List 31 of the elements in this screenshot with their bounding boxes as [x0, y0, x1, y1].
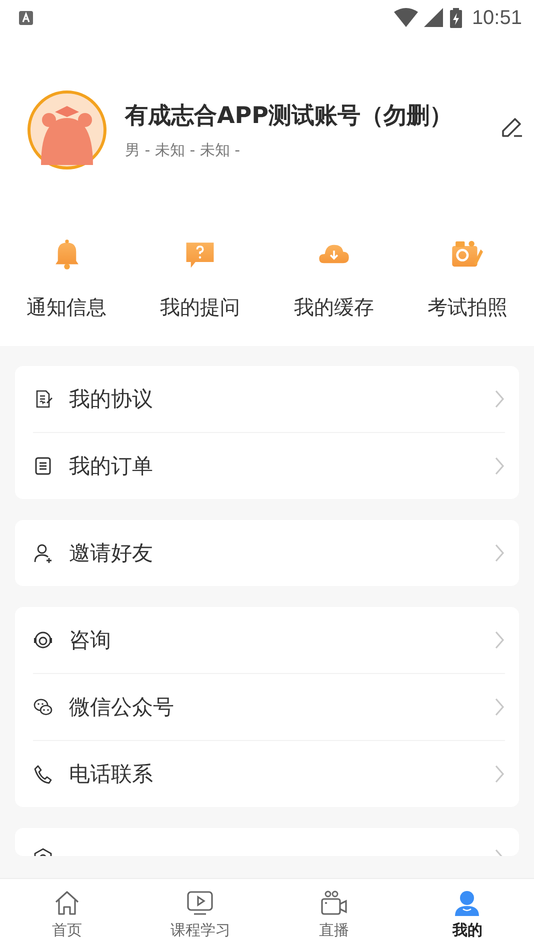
- tab[interactable]: 我的: [400, 879, 534, 950]
- menu-item[interactable]: 我的订单: [33, 432, 505, 499]
- edit-icon[interactable]: [500, 115, 524, 139]
- person-icon: [453, 889, 482, 917]
- signal-icon: [424, 8, 444, 28]
- notification-icon: [18, 10, 34, 26]
- play-screen-icon: [186, 889, 214, 917]
- shortcut-button[interactable]: 通知信息: [0, 238, 133, 342]
- chat-bubbles-icon: [33, 697, 53, 717]
- menu-item[interactable]: 邀请好友: [33, 520, 505, 586]
- battery-icon: [450, 8, 462, 28]
- list-icon: [33, 456, 53, 476]
- status-time: 10:51: [472, 6, 522, 30]
- menu-item[interactable]: 我的协议: [33, 366, 505, 432]
- user-plus-icon: [33, 543, 53, 563]
- tab[interactable]: 首页: [0, 879, 134, 950]
- shortcut-button[interactable]: 我的缓存: [267, 238, 400, 342]
- menu-item[interactable]: 咨询: [33, 607, 505, 673]
- tab[interactable]: 课程学习: [134, 879, 267, 950]
- shortcut-button[interactable]: 考试拍照: [400, 238, 534, 342]
- user-name: 有成志合APP测试账号（勿删）: [125, 102, 454, 131]
- user-details: 男 - 未知 - 未知 -: [125, 141, 242, 160]
- menu-item[interactable]: 微信公众号: [33, 673, 505, 740]
- menu-item[interactable]: 电话联系: [33, 740, 505, 807]
- wifi-icon: [394, 8, 418, 28]
- home-icon: [52, 889, 81, 917]
- shortcut-button[interactable]: 我的提问: [134, 238, 267, 342]
- tab[interactable]: 直播: [267, 879, 400, 950]
- video-camera-icon: [320, 889, 348, 917]
- phone-icon: [33, 764, 53, 784]
- headset-icon: [33, 630, 53, 650]
